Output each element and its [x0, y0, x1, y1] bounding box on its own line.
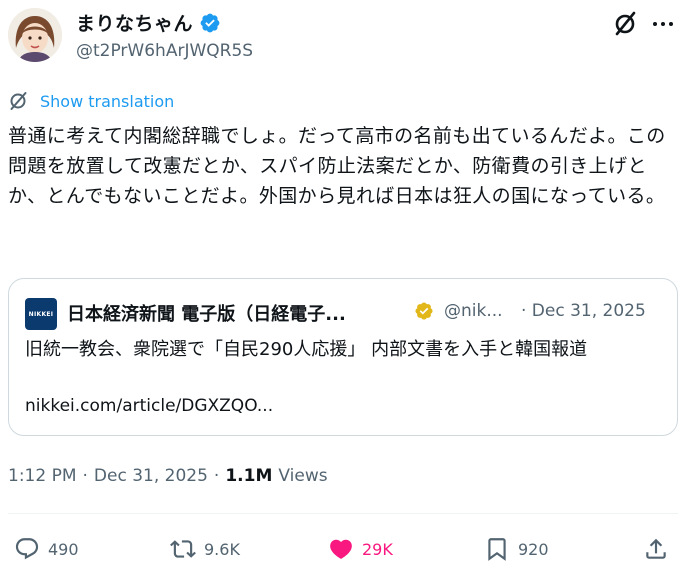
repost-icon: [170, 540, 196, 558]
meta-separator: ·: [213, 466, 220, 486]
tweet-date[interactable]: Dec 31, 2025: [94, 466, 208, 486]
more-options-icon[interactable]: [650, 12, 676, 36]
display-name[interactable]: まりなちゃん: [76, 9, 221, 36]
tweet-text: 普通に考えて内閣総辞職でしょ。だって高市の名前も出ているんだよ。この問題を放置し…: [8, 125, 666, 207]
views-count: 1.1M: [225, 466, 273, 486]
show-translation-label: Show translation: [40, 91, 175, 111]
quoted-author-handle: @nik...: [444, 301, 503, 321]
share-icon: [646, 538, 666, 559]
share-button[interactable]: [643, 536, 669, 562]
bookmark-count: 920: [518, 539, 549, 559]
verified-badge-icon: [200, 13, 220, 32]
author-handle[interactable]: @t2PrW6hArJWQR5S: [76, 41, 253, 61]
like-count: 29K: [362, 539, 393, 559]
like-button[interactable]: 29K: [328, 536, 393, 562]
quoted-date: · Dec 31, 2025: [521, 301, 646, 321]
quoted-tweet[interactable]: NIKKEI 日本経済新聞 電子版（日経電子... @nik... · Dec …: [8, 278, 678, 436]
nikkei-logo: NIKKEI: [25, 298, 57, 330]
quoted-text: 旧統一教会、衆院選で「自民290人応援」 内部文書を入手と韓国報道: [25, 339, 588, 360]
repost-button[interactable]: 9.6K: [170, 536, 240, 562]
avatar[interactable]: [8, 8, 62, 62]
tweet-meta: 1:12 PM · Dec 31, 2025 · 1.1M Views: [8, 466, 328, 486]
repost-count: 9.6K: [204, 539, 240, 559]
views-label: Views: [278, 466, 328, 486]
meta-separator: ·: [82, 466, 88, 486]
reply-icon: [15, 538, 39, 560]
grok-translate-icon: [10, 92, 27, 110]
quoted-author-name: 日本経済新聞 電子版（日経電子...: [67, 304, 346, 325]
action-bar: 490 9.6K 29K 920: [0, 536, 686, 566]
reply-count: 490: [48, 539, 79, 559]
bookmark-icon: [488, 538, 506, 561]
grok-icon[interactable]: [611, 9, 641, 39]
heart-filled-icon: [330, 539, 352, 559]
divider: [8, 513, 678, 514]
show-translation-link[interactable]: Show translation: [8, 90, 174, 112]
bookmark-button[interactable]: 920: [484, 536, 549, 562]
quoted-link[interactable]: nikkei.com/article/DGXZQO...: [25, 396, 273, 416]
reply-button[interactable]: 490: [14, 536, 79, 562]
tweet-time[interactable]: 1:12 PM: [8, 466, 77, 486]
gold-verified-badge-icon: [415, 302, 433, 320]
display-name-text: まりなちゃん: [76, 13, 194, 35]
